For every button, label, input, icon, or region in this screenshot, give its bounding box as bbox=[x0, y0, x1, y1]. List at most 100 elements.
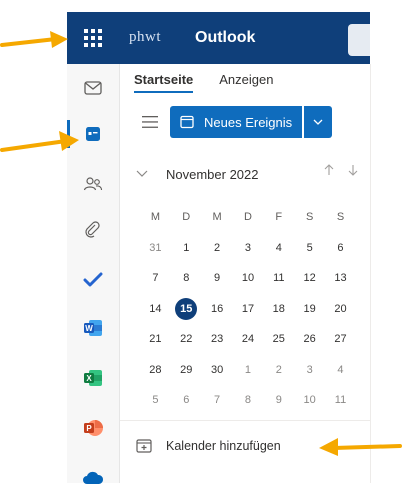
calendar-day[interactable]: 7 bbox=[140, 263, 171, 294]
calendar-day[interactable]: 11 bbox=[325, 385, 356, 416]
rail-item-word[interactable]: W bbox=[67, 308, 119, 348]
annotation-arrow-calendar bbox=[0, 131, 79, 152]
weekday-header: D bbox=[182, 211, 191, 223]
calendar-add-icon bbox=[180, 115, 194, 129]
ribbon-toolbar: Neues Ereignis bbox=[130, 106, 333, 138]
calendar-icon bbox=[86, 127, 100, 141]
tab-anzeigen[interactable]: Anzeigen bbox=[219, 72, 273, 93]
calendar-day[interactable]: 3 bbox=[233, 233, 264, 264]
attachment-icon bbox=[85, 221, 100, 238]
weekday-header: M bbox=[212, 211, 222, 223]
rail-item-mail[interactable] bbox=[67, 68, 119, 108]
calendar-day[interactable]: 11 bbox=[263, 263, 294, 294]
calendar-day[interactable]: 13 bbox=[325, 263, 356, 294]
weekday-header: F bbox=[275, 211, 283, 223]
add-calendar-label: Kalender hinzufügen bbox=[166, 439, 281, 453]
new-event-dropdown-button[interactable] bbox=[304, 106, 333, 138]
previous-month-arrow-icon[interactable] bbox=[324, 164, 334, 176]
org-logo-text: phwt bbox=[129, 29, 161, 45]
word-letter: W bbox=[85, 324, 93, 333]
calendar-day[interactable]: 30 bbox=[202, 355, 233, 386]
calendar-day[interactable]: 21 bbox=[140, 324, 171, 355]
calendar-day[interactable]: 18 bbox=[263, 294, 294, 325]
month-label[interactable]: November 2022 bbox=[166, 167, 259, 182]
weekday-header: M bbox=[150, 211, 160, 223]
weekday-header: S bbox=[336, 211, 345, 223]
calendar-day[interactable]: 26 bbox=[294, 324, 325, 355]
calendar-day[interactable]: 24 bbox=[233, 324, 264, 355]
mail-icon bbox=[84, 81, 102, 95]
annotation-arrow-launcher bbox=[0, 31, 68, 48]
tab-startseite[interactable]: Startseite bbox=[134, 72, 194, 93]
org-logo[interactable]: phwt bbox=[129, 30, 161, 46]
calendar-day[interactable]: 29 bbox=[171, 355, 202, 386]
calendar-day[interactable]: 27 bbox=[325, 324, 356, 355]
divider bbox=[120, 420, 370, 421]
excel-letter: X bbox=[86, 374, 92, 383]
powerpoint-icon: P bbox=[84, 420, 103, 436]
calendar-day[interactable]: 8 bbox=[171, 263, 202, 294]
calendar-day[interactable]: 6 bbox=[325, 233, 356, 264]
calendar-day[interactable]: 8 bbox=[233, 385, 264, 416]
word-icon: W bbox=[84, 320, 102, 336]
annotation-arrow-add-calendar bbox=[319, 438, 402, 456]
calendar-day[interactable]: 3 bbox=[294, 355, 325, 386]
calendar-day[interactable]: 4 bbox=[263, 233, 294, 264]
hamburger-icon bbox=[142, 116, 158, 128]
calendar-day[interactable]: 9 bbox=[202, 263, 233, 294]
calendar-day[interactable]: 1 bbox=[233, 355, 264, 386]
calendar-day[interactable]: 22 bbox=[171, 324, 202, 355]
calendar-day[interactable]: 5 bbox=[140, 385, 171, 416]
calendar-day[interactable]: 5 bbox=[294, 233, 325, 264]
pane-separator bbox=[370, 64, 371, 483]
mini-calendar-header: November 2022 bbox=[136, 164, 358, 184]
calendar-day[interactable]: 2 bbox=[263, 355, 294, 386]
calendar-day[interactable]: 20 bbox=[325, 294, 356, 325]
app-rail: W X P bbox=[67, 64, 120, 484]
app-launcher-button[interactable] bbox=[67, 12, 119, 64]
calendar-pane: Startseite Anzeigen Neues Ereignis Novem… bbox=[120, 64, 370, 483]
app-title[interactable]: Outlook bbox=[195, 29, 255, 47]
calendar-day[interactable]: 7 bbox=[202, 385, 233, 416]
calendar-day[interactable]: 23 bbox=[202, 324, 233, 355]
calendar-day[interactable]: 2 bbox=[202, 233, 233, 264]
month-navigation bbox=[324, 164, 358, 176]
collapse-chevron-icon[interactable] bbox=[136, 170, 148, 178]
add-calendar-button[interactable]: Kalender hinzufügen bbox=[136, 434, 281, 458]
calendar-day[interactable]: 16 bbox=[202, 294, 233, 325]
excel-icon: X bbox=[84, 370, 102, 386]
rail-item-todo[interactable] bbox=[67, 260, 119, 300]
mini-calendar-grid: M D M D F S S 31 1 2 3 4 5 6 7 8 9 10 11 12 13 14 15 16 17 18 19 20… bbox=[140, 202, 356, 416]
rail-item-files[interactable] bbox=[67, 210, 119, 250]
calendar-day[interactable]: 6 bbox=[171, 385, 202, 416]
weekday-header: S bbox=[305, 211, 314, 223]
toggle-nav-button[interactable] bbox=[130, 106, 170, 138]
calendar-day[interactable]: 15 bbox=[171, 294, 202, 325]
rail-item-onedrive[interactable] bbox=[67, 458, 119, 498]
add-calendar-icon bbox=[136, 439, 152, 453]
rail-item-excel[interactable]: X bbox=[67, 358, 119, 398]
todo-check-icon bbox=[83, 272, 103, 287]
calendar-day[interactable]: 4 bbox=[325, 355, 356, 386]
new-event-label: Neues Ereignis bbox=[204, 114, 293, 130]
calendar-day[interactable]: 19 bbox=[294, 294, 325, 325]
calendar-day[interactable]: 12 bbox=[294, 263, 325, 294]
calendar-day[interactable]: 31 bbox=[140, 233, 171, 264]
calendar-day[interactable]: 17 bbox=[233, 294, 264, 325]
calendar-day[interactable]: 10 bbox=[294, 385, 325, 416]
rail-item-people[interactable] bbox=[67, 164, 119, 204]
next-month-arrow-icon[interactable] bbox=[348, 164, 358, 176]
search-box[interactable] bbox=[348, 24, 370, 56]
calendar-day[interactable]: 14 bbox=[140, 294, 171, 325]
chevron-down-icon bbox=[313, 119, 323, 125]
calendar-day[interactable]: 1 bbox=[171, 233, 202, 264]
app-header: phwt Outlook bbox=[67, 12, 370, 64]
calendar-day[interactable]: 28 bbox=[140, 355, 171, 386]
calendar-day[interactable]: 25 bbox=[263, 324, 294, 355]
calendar-day[interactable]: 9 bbox=[263, 385, 294, 416]
calendar-day[interactable]: 10 bbox=[233, 263, 264, 294]
new-event-button[interactable]: Neues Ereignis bbox=[170, 106, 303, 138]
powerpoint-letter: P bbox=[86, 424, 92, 433]
rail-item-powerpoint[interactable]: P bbox=[67, 408, 119, 448]
weekday-header: D bbox=[243, 211, 252, 223]
